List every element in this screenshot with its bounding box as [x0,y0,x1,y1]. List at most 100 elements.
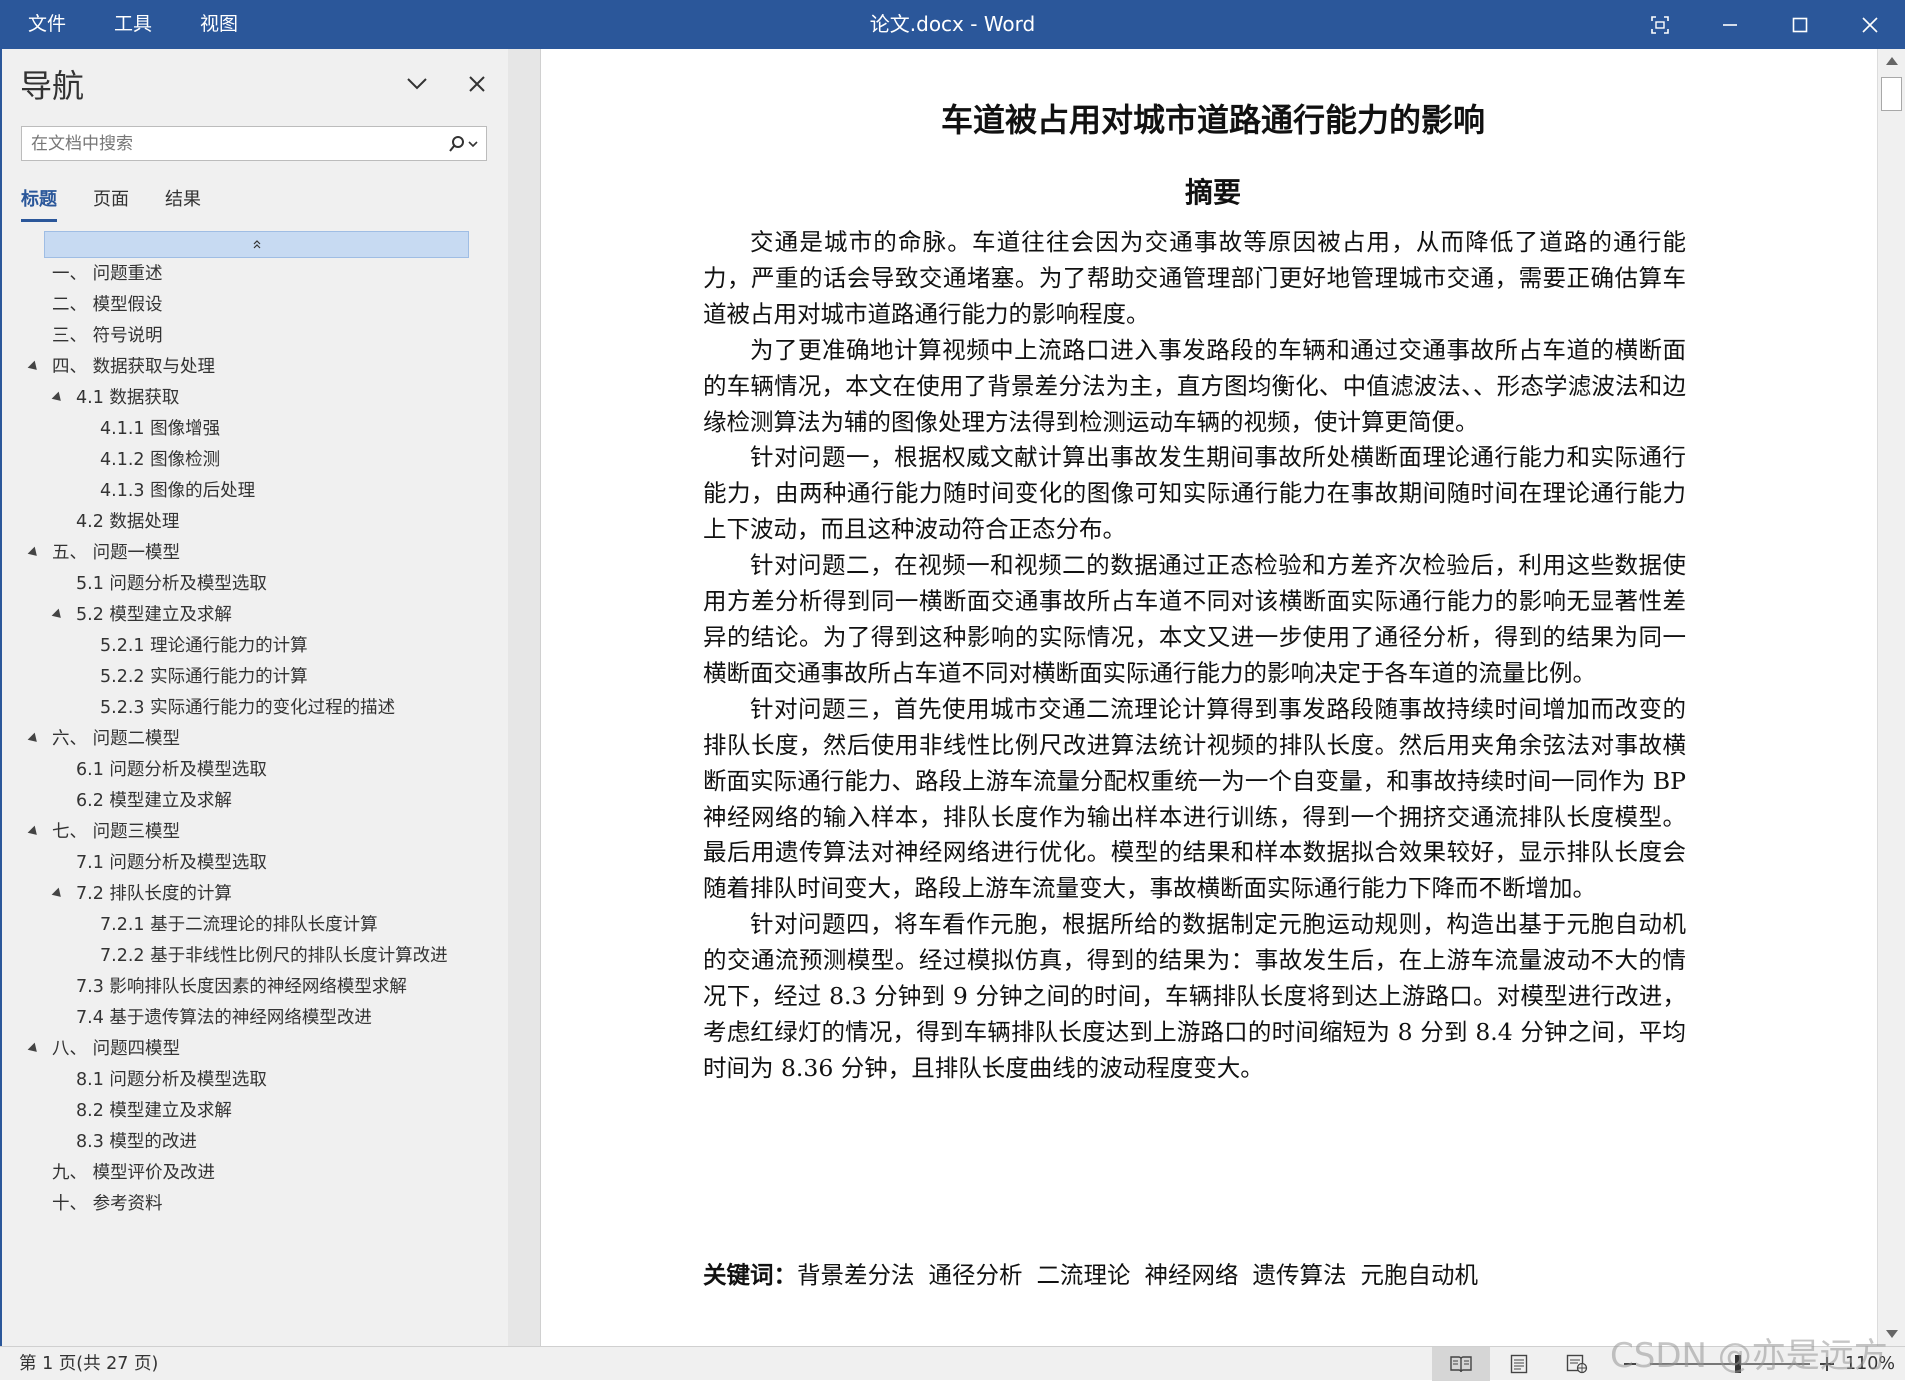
nav-heading-label: 8.1 问题分析及模型选取 [76,1070,267,1090]
nav-heading-item[interactable]: 6.2 模型建立及求解 [2,786,510,817]
nav-heading-item[interactable]: 6.1 问题分析及模型选取 [2,755,510,786]
nav-heading-item[interactable]: 5.1 问题分析及模型选取 [2,569,510,600]
abstract-heading: 摘要 [1184,176,1241,209]
scroll-thumb[interactable] [1881,77,1902,111]
nav-heading-item[interactable]: 4.2 数据处理 [2,507,510,538]
menu-file[interactable]: 文件 [0,0,90,49]
nav-heading-label: 8.2 模型建立及求解 [76,1101,232,1121]
nav-heading-label: 六、 问题二模型 [52,729,181,749]
abstract-paragraph: 针对问题一，根据权威文献计算出事故发生期间事故所处横断面理论通行能力和实际通行能… [703,443,1686,544]
expand-triangle-icon[interactable] [27,1042,41,1056]
expand-triangle-icon[interactable] [51,887,65,901]
abstract-paragraph: 为了更准确地计算视频中上流路口进入事发路段的车辆和通过交通事故所占车道的横断面的… [703,335,1686,436]
menu-tools[interactable]: 工具 [90,0,176,49]
nav-heading-item[interactable]: 4.1 数据获取 [2,383,510,414]
print-layout-button[interactable] [1490,1347,1548,1381]
nav-heading-item[interactable]: 7.1 问题分析及模型选取 [2,848,510,879]
nav-heading-item[interactable]: 5.2.2 实际通行能力的计算 [2,662,510,693]
maximize-icon [1792,17,1808,32]
nav-heading-item[interactable]: 4.1.2 图像检测 [2,445,510,476]
web-layout-icon [1566,1354,1588,1374]
nav-heading-item[interactable]: 7.3 影响排队长度因素的神经网络模型求解 [2,972,510,1003]
keyword: 神经网络 [1144,1261,1239,1289]
nav-heading-label: 5.2.3 实际通行能力的变化过程的描述 [100,698,396,718]
window-title-container: 论文.docx - Word [0,0,1905,49]
document-area: 车道被占用对城市道路通行能力的影响 摘要 交通是城市的命脉。车道往往会因为交通事… [541,49,1877,1346]
expand-triangle-icon[interactable] [27,360,41,374]
window-title: 论文.docx - Word [869,12,1036,36]
nav-heading-item[interactable]: 一、 问题重述 [2,259,510,290]
nav-heading-item[interactable]: 5.2 模型建立及求解 [2,600,510,631]
tab-results[interactable]: 结果 [165,185,201,222]
search-button[interactable] [448,135,478,153]
collapse-headings-bar[interactable] [44,231,469,258]
print-layout-icon [1510,1354,1528,1374]
menu-view[interactable]: 视图 [176,0,262,49]
vertical-scrollbar[interactable] [1877,49,1905,1346]
nav-heading-label: 7.1 问题分析及模型选取 [76,853,267,873]
nav-heading-item[interactable]: 7.2 排队长度的计算 [2,879,510,910]
tab-pages[interactable]: 页面 [93,185,129,222]
nav-heading-item[interactable]: 5.2.1 理论通行能力的计算 [2,631,510,662]
nav-heading-item[interactable]: 六、 问题二模型 [2,724,510,755]
nav-heading-item[interactable]: 八、 问题四模型 [2,1034,510,1065]
nav-heading-label: 4.1 数据获取 [76,388,180,408]
nav-heading-label: 7.2 排队长度的计算 [76,884,232,904]
title-bar: 文件 工具 视图 论文.docx - Word [0,0,1905,49]
expand-triangle-icon[interactable] [27,732,41,746]
read-mode-button[interactable] [1432,1347,1490,1381]
nav-heading-item[interactable]: 8.1 问题分析及模型选取 [2,1065,510,1096]
search-icon [449,136,478,152]
nav-heading-label: 5.2.1 理论通行能力的计算 [100,636,308,656]
focus-mode-button[interactable] [1625,0,1695,49]
keyword: 背景差分法 [797,1261,915,1289]
close-window-button[interactable] [1835,0,1905,49]
nav-heading-label: 5.2.2 实际通行能力的计算 [100,667,308,687]
nav-heading-label: 6.1 问题分析及模型选取 [76,760,267,780]
nav-close-button[interactable] [462,69,492,99]
maximize-button[interactable] [1765,0,1835,49]
nav-heading-item[interactable]: 九、 模型评价及改进 [2,1158,510,1189]
nav-heading-label: 十、 参考资料 [52,1194,163,1214]
close-icon [469,76,485,92]
scroll-down-icon[interactable] [1886,1330,1898,1338]
nav-heading-item[interactable]: 5.2.3 实际通行能力的变化过程的描述 [2,693,510,724]
nav-options-button[interactable] [402,69,432,99]
nav-heading-label: 四、 数据获取与处理 [52,357,216,377]
expand-triangle-icon[interactable] [51,608,65,622]
nav-heading-item[interactable]: 8.3 模型的改进 [2,1127,510,1158]
nav-heading-item[interactable]: 七、 问题三模型 [2,817,510,848]
web-layout-button[interactable] [1548,1347,1606,1381]
read-mode-icon [1450,1356,1472,1373]
nav-heading-item[interactable]: 7.4 基于遗传算法的神经网络模型改进 [2,1003,510,1034]
nav-heading-item[interactable]: 4.1.3 图像的后处理 [2,476,510,507]
nav-heading-label: 4.1.2 图像检测 [100,450,221,470]
nav-heading-item[interactable]: 7.2.1 基于二流理论的排队长度计算 [2,910,510,941]
minimize-button[interactable] [1695,0,1765,49]
nav-heading-item[interactable]: 五、 问题一模型 [2,538,510,569]
tab-headings[interactable]: 标题 [21,185,57,222]
nav-heading-label: 二、 模型假设 [52,295,163,315]
nav-heading-item[interactable]: 十、 参考资料 [2,1189,510,1220]
expand-triangle-icon[interactable] [27,546,41,560]
nav-heading-item[interactable]: 二、 模型假设 [2,290,510,321]
nav-heading-item[interactable]: 8.2 模型建立及求解 [2,1096,510,1127]
nav-heading-item[interactable]: 7.2.2 基于非线性比例尺的排队长度计算改进 [2,941,510,972]
nav-heading-label: 4.1.1 图像增强 [100,419,221,439]
pane-splitter[interactable] [508,49,541,1346]
nav-heading-item[interactable]: 三、 符号说明 [2,321,510,352]
nav-heading-item[interactable]: 4.1.1 图像增强 [2,414,510,445]
page-count-status[interactable]: 第 1 页(共 27 页) [19,1347,158,1381]
scroll-up-icon[interactable] [1886,57,1898,65]
nav-heading-label: 4.1.3 图像的后处理 [100,481,256,501]
abstract-body: 交通是城市的命脉。车道往往会因为交通事故等原因被占用，从而降低了道路的通行能力，… [703,225,1686,1087]
expand-triangle-icon[interactable] [51,391,65,405]
expand-triangle-icon[interactable] [27,825,41,839]
nav-heading-label: 5.2 模型建立及求解 [76,605,232,625]
abstract-paragraph: 交通是城市的命脉。车道往往会因为交通事故等原因被占用，从而降低了道路的通行能力，… [703,228,1686,328]
nav-heading-item[interactable]: 四、 数据获取与处理 [2,352,510,383]
keywords-label: 关键词： [703,1261,797,1289]
keyword: 二流理论 [1036,1261,1131,1289]
watermark: CSDN @亦是远方 [1610,1336,1888,1376]
nav-search-input[interactable] [22,127,442,160]
